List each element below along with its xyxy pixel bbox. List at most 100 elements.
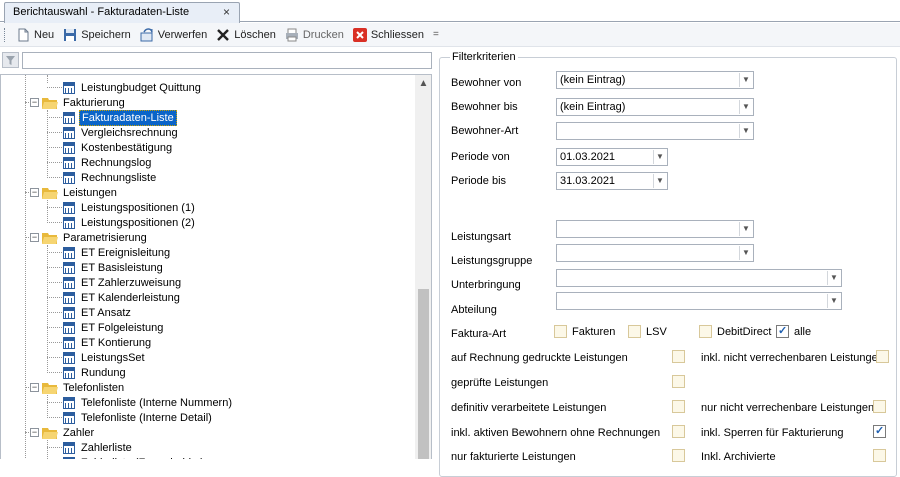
filter-option-checkbox[interactable] — [672, 350, 685, 363]
chevron-down-icon[interactable]: ▼ — [653, 174, 666, 188]
tree-item[interactable]: Zahlerliste (Formularbl...) — [63, 455, 206, 459]
tree-folder[interactable]: − Parametrisierung — [30, 230, 149, 245]
folder-open-icon — [42, 97, 58, 109]
tree-item-label: Kostenbestätigung — [81, 141, 173, 154]
faktura-art-label: Faktura-Art — [451, 328, 507, 340]
abteilung-combo[interactable]: ▼ — [556, 292, 842, 310]
periode-bis-label: Periode bis — [451, 175, 507, 187]
report-tree: Leistungbudget Quittung − Fakturierung Fakt… — [0, 74, 432, 459]
chevron-down-icon[interactable]: ▼ — [827, 271, 840, 285]
tree-item[interactable]: ET Folgeleistung — [63, 320, 165, 335]
tree-item[interactable]: ET Basisleistung — [63, 260, 165, 275]
periode-bis-date[interactable]: 31.03.2021 ▼ — [556, 172, 668, 190]
faktura-art-checkbox[interactable] — [776, 324, 789, 338]
tree-item[interactable]: Leistungspositionen (2) — [63, 215, 197, 230]
tree-item-label: Leistungbudget Quittung — [81, 81, 201, 94]
tree-item[interactable]: Zahlerliste — [63, 440, 134, 455]
tree-item[interactable]: Fakturadaten-Liste — [63, 109, 177, 126]
faktura-art-checkbox[interactable] — [554, 325, 567, 338]
group-title: Filterkriterien — [450, 51, 518, 63]
leistungsart-combo[interactable]: ▼ — [556, 220, 754, 238]
print-button[interactable]: Drucken — [281, 25, 348, 45]
toolbar-grip[interactable] — [4, 27, 7, 42]
tree-folder[interactable]: − Fakturierung — [30, 95, 127, 110]
bewohner-art-combo[interactable]: ▼ — [556, 122, 754, 140]
tree-item[interactable]: Leistungbudget Quittung — [63, 80, 203, 95]
collapse-icon[interactable]: − — [30, 233, 39, 242]
close-button[interactable]: Schliessen — [349, 25, 428, 45]
tree-folder[interactable]: − Telefonlisten — [30, 380, 126, 395]
scroll-up-arrow-icon[interactable]: ▲ — [415, 75, 431, 92]
filter-option-checkbox[interactable] — [873, 449, 886, 462]
report-icon — [63, 306, 75, 319]
tree-item[interactable]: Leistungspositionen (1) — [63, 200, 197, 215]
collapse-icon[interactable]: − — [30, 383, 39, 392]
periode-von-label: Periode von — [451, 151, 510, 163]
report-icon — [63, 261, 75, 274]
chevron-down-icon[interactable]: ▼ — [739, 246, 752, 260]
tree-item-label: ET Ansatz — [81, 306, 131, 319]
tree-filter-input[interactable] — [22, 52, 432, 69]
collapse-icon[interactable]: − — [30, 98, 39, 107]
tree-item[interactable]: Rechnungsliste — [63, 170, 158, 185]
bewohner-von-combo[interactable]: (kein Eintrag) ▼ — [556, 71, 754, 89]
collapse-icon[interactable]: − — [30, 188, 39, 197]
scroll-thumb[interactable] — [418, 289, 429, 459]
delete-button[interactable]: Löschen — [212, 25, 280, 45]
chevron-down-icon[interactable]: ▼ — [739, 222, 752, 236]
chevron-down-icon[interactable]: ▼ — [739, 124, 752, 138]
tree-guide-line — [47, 357, 62, 358]
new-button[interactable]: Neu — [12, 25, 58, 45]
tree-item[interactable]: ET Zahlerzuweisung — [63, 275, 183, 290]
tree-item[interactable]: Telefonliste (Interne Detail) — [63, 410, 214, 425]
folder-open-icon — [42, 187, 58, 199]
filter-option-checkbox[interactable] — [672, 425, 685, 438]
filter-option-checkbox[interactable] — [873, 400, 886, 413]
tree-item[interactable]: ET Kalenderleistung — [63, 290, 182, 305]
filter-funnel-icon[interactable] — [2, 52, 19, 68]
document-tabstrip: Berichtauswahl - Fakturadaten-Liste × — [0, 0, 900, 23]
leistungsgruppe-combo[interactable]: ▼ — [556, 244, 754, 262]
filterkriterien-group: Filterkriterien Bewohner von (kein Eintr… — [439, 51, 897, 477]
discard-button[interactable]: Verwerfen — [136, 25, 212, 45]
tree-item[interactable]: ET Ansatz — [63, 305, 133, 320]
tree-item[interactable]: ET Ereignisleitung — [63, 245, 172, 260]
report-icon — [63, 246, 75, 259]
chevron-down-icon[interactable]: ▼ — [653, 150, 666, 164]
tree-folder[interactable]: − Zahler — [30, 425, 96, 440]
collapse-icon[interactable]: − — [30, 428, 39, 437]
filter-option-checkbox[interactable] — [672, 449, 685, 462]
faktura-art-option-label: alle — [794, 326, 812, 338]
tree-item-label: Fakturadaten-Liste — [79, 109, 177, 126]
tree-item[interactable]: Rechnungslog — [63, 155, 153, 170]
filter-option-checkbox[interactable] — [873, 424, 886, 438]
tree-item[interactable]: Kostenbestätigung — [63, 140, 174, 155]
bewohner-bis-combo[interactable]: (kein Eintrag) ▼ — [556, 98, 754, 116]
faktura-art-checkbox[interactable] — [628, 325, 641, 338]
tree-item[interactable]: ET Kontierung — [63, 335, 153, 350]
tree-item-label: Zahlerliste — [81, 441, 132, 454]
tree-folder[interactable]: − Leistungen — [30, 185, 119, 200]
filter-option-checkbox[interactable] — [672, 400, 685, 413]
tree-item[interactable]: Rundung — [63, 365, 128, 380]
tree-scrollbar[interactable]: ▲ — [415, 75, 431, 459]
faktura-art-checkbox[interactable] — [699, 325, 712, 338]
chevron-down-icon[interactable]: ▼ — [827, 294, 840, 308]
tree-item[interactable]: Telefonliste (Interne Nummern) — [63, 395, 234, 410]
filter-option-checkbox[interactable] — [672, 375, 685, 388]
tree-item-label: ET Zahlerzuweisung — [81, 276, 182, 289]
tree-item[interactable]: Vergleichsrechnung — [63, 125, 180, 140]
tab-berichtauswahl[interactable]: Berichtauswahl - Fakturadaten-Liste × — [4, 2, 240, 23]
toolbar-overflow[interactable]: = — [433, 29, 439, 40]
tree-item-label: LeistungsSet — [81, 351, 145, 364]
filter-option-checkbox[interactable] — [876, 350, 889, 363]
unterbringung-combo[interactable]: ▼ — [556, 269, 842, 287]
chevron-down-icon[interactable]: ▼ — [739, 73, 752, 87]
chevron-down-icon[interactable]: ▼ — [739, 100, 752, 114]
tree-guide-line — [47, 297, 62, 298]
save-button[interactable]: Speichern — [59, 25, 135, 45]
periode-von-date[interactable]: 01.03.2021 ▼ — [556, 148, 668, 166]
tree-guide-line — [47, 267, 62, 268]
tree-item[interactable]: LeistungsSet — [63, 350, 147, 365]
tab-close-icon[interactable]: × — [223, 5, 230, 19]
